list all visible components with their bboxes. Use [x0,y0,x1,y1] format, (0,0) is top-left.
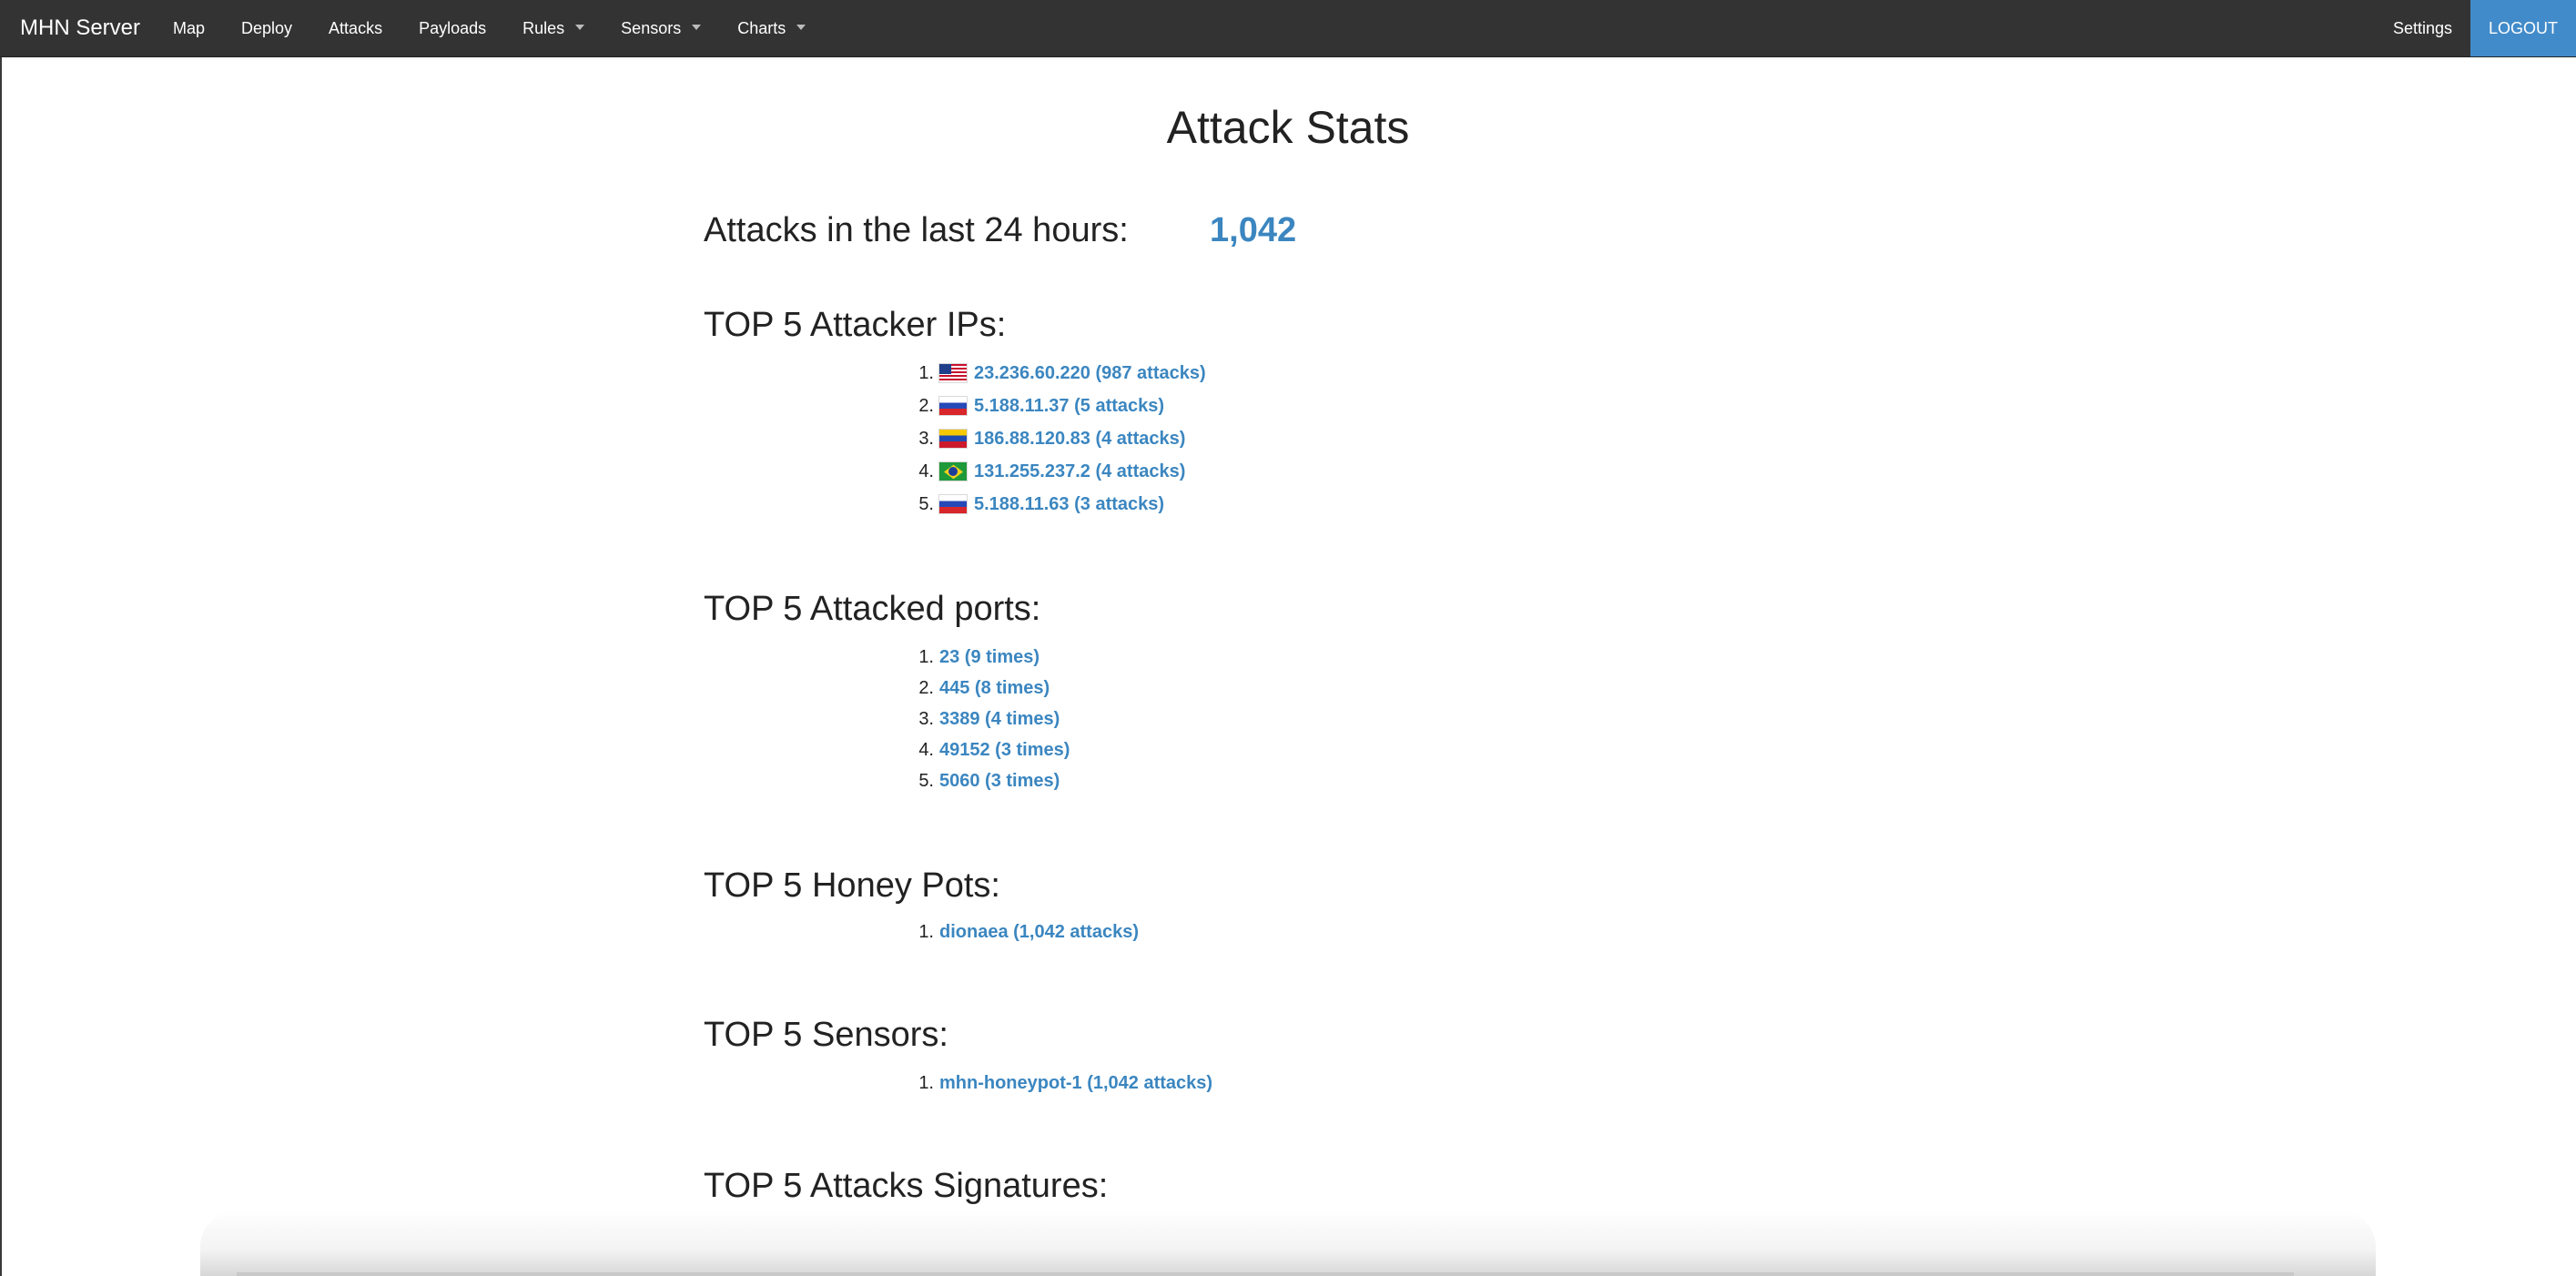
top-ips-heading: TOP 5 Attacker IPs: [704,306,1007,344]
nav-menu: Map Deploy Attacks Payloads Rules Sensor… [157,0,826,56]
rank-number: 4. [918,739,934,760]
br-flag-icon [939,462,967,481]
nav-item-label: Rules [522,19,565,37]
rank-number: 2. [918,677,934,698]
port-link[interactable]: 445 (8 times) [939,678,1050,699]
attacker-ip-link[interactable]: 131.255.237.2 (4 attacks) [974,461,1185,482]
top-sensors-list: 1. mhn-honeypot-1 (1,042 attacks) [901,1068,1212,1099]
window-edge [0,0,2,1276]
attacker-ip-link[interactable]: 5.188.11.63 (3 attacks) [974,494,1164,515]
attacker-ip-link[interactable]: 186.88.120.83 (4 attacks) [974,429,1185,450]
top-signatures-heading: TOP 5 Attacks Signatures: [704,1167,1109,1205]
rank-number: 3. [918,428,934,449]
nav-item-rules[interactable]: Rules [506,0,604,56]
caret-down-icon [575,25,585,30]
nav-item-label: Deploy [241,19,293,37]
top-navbar: MHN Server Map Deploy Attacks Payloads R… [0,0,2576,57]
nav-item-payloads[interactable]: Payloads [402,0,506,56]
rank-number: 3. [918,708,934,729]
port-link[interactable]: 3389 (4 times) [939,709,1060,730]
ve-flag-icon [939,430,967,448]
port-link[interactable]: 23 (9 times) [939,647,1040,668]
rank-number: 5. [918,770,934,791]
nav-item-label: Sensors [621,19,682,37]
nav-item-sensors[interactable]: Sensors [604,0,721,56]
caret-down-icon [692,25,702,30]
list-item: 2. 5.188.11.37 (5 attacks) [901,390,1206,422]
top-ips-list: 1. 23.236.60.220 (987 attacks) 2. 5.188.… [901,357,1206,521]
list-item: 4. 49152 (3 times) [901,734,1070,765]
nav-item-label: Map [173,19,206,37]
rank-number: 1. [918,362,934,383]
list-item: 5. 5.188.11.63 (3 attacks) [901,488,1206,521]
list-item: 3. 186.88.120.83 (4 attacks) [901,422,1206,455]
sensor-link[interactable]: mhn-honeypot-1 (1,042 attacks) [939,1073,1212,1094]
port-link[interactable]: 49152 (3 times) [939,740,1070,761]
nav-item-map[interactable]: Map [157,0,225,56]
list-item: 1. 23 (9 times) [901,642,1070,673]
top-honeypots-list: 1. dionaea (1,042 attacks) [901,916,1139,947]
ru-flag-icon [939,397,967,415]
top-sensors-heading: TOP 5 Sensors: [704,1016,948,1054]
top-ports-list: 1. 23 (9 times) 2. 445 (8 times) 3. 3389… [901,642,1070,796]
nav-item-label: Attacks [329,19,383,37]
list-item: 4. 131.255.237.2 (4 attacks) [901,455,1206,488]
rank-number: 1. [918,921,934,942]
settings-link[interactable]: Settings [2375,0,2470,56]
nav-item-label: Payloads [419,19,487,37]
top-ports-heading: TOP 5 Attacked ports: [704,590,1041,628]
window-divider [237,1272,2294,1276]
nav-item-label: Charts [737,19,786,37]
nav-right: Settings LOGOUT [2375,0,2576,56]
ru-flag-icon [939,495,967,513]
rank-number: 2. [918,395,934,416]
list-item: 1. 23.236.60.220 (987 attacks) [901,357,1206,390]
caret-down-icon [796,25,806,30]
list-item: 2. 445 (8 times) [901,673,1070,704]
brand-link[interactable]: MHN Server [20,0,140,56]
rank-number: 1. [918,1072,934,1093]
list-item: 1. dionaea (1,042 attacks) [901,916,1139,947]
rank-number: 4. [918,461,934,481]
list-item: 5. 5060 (3 times) [901,765,1070,796]
nav-item-charts[interactable]: Charts [721,0,826,56]
rank-number: 1. [918,646,934,667]
attacker-ip-link[interactable]: 23.236.60.220 (987 attacks) [974,363,1206,384]
nav-item-attacks[interactable]: Attacks [312,0,402,56]
list-item: 3. 3389 (4 times) [901,704,1070,734]
rank-number: 5. [918,493,934,514]
top-honeypots-heading: TOP 5 Honey Pots: [704,866,1000,905]
window-shadow [200,1210,2376,1276]
nav-item-deploy[interactable]: Deploy [225,0,312,56]
page-title: Attack Stats [1166,102,1410,153]
attacks-24h-label: Attacks in the last 24 hours: [704,211,1129,249]
us-flag-icon [939,364,967,382]
list-item: 1. mhn-honeypot-1 (1,042 attacks) [901,1068,1212,1099]
attacker-ip-link[interactable]: 5.188.11.37 (5 attacks) [974,396,1164,417]
port-link[interactable]: 5060 (3 times) [939,771,1060,792]
logout-button[interactable]: LOGOUT [2470,0,2576,56]
honeypot-link[interactable]: dionaea (1,042 attacks) [939,922,1139,943]
attacks-24h-value: 1,042 [1210,211,1297,249]
